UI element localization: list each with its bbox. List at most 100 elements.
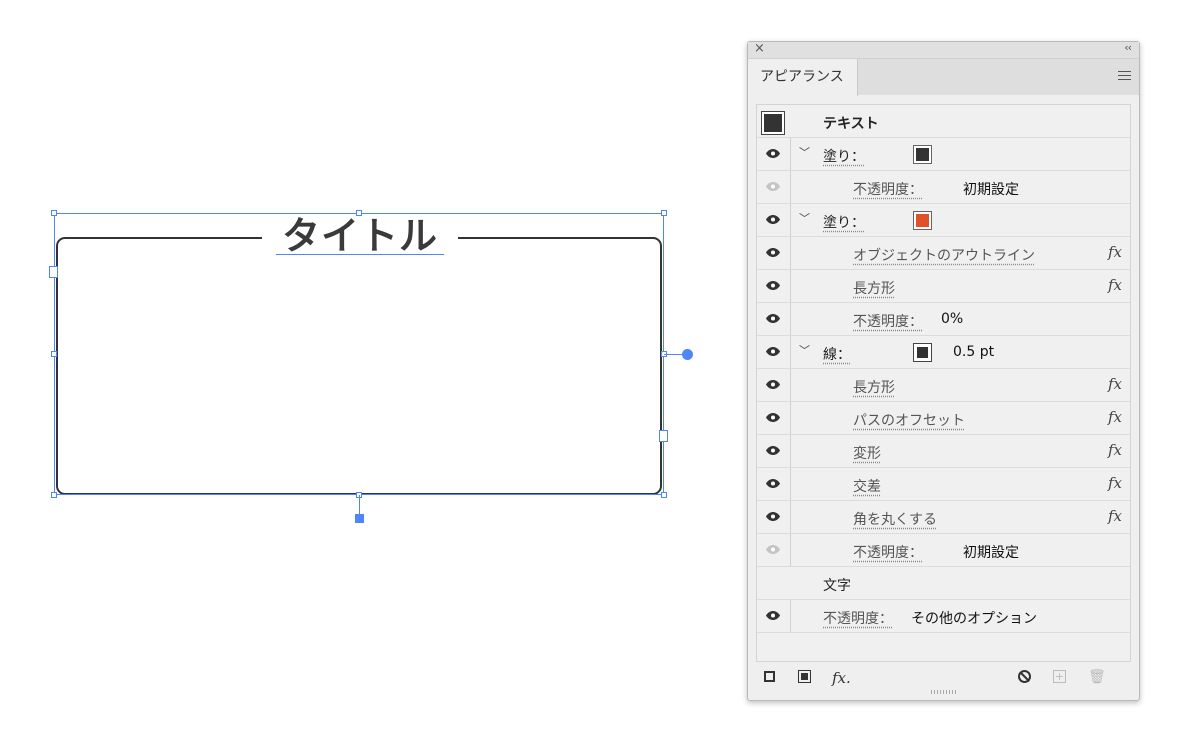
appearance-panel: × ‹‹ アピアランス テキスト ﹀ 塗り： 不透明度： 初期設定 ﹀ 塗り： — [747, 41, 1140, 701]
rotate-handle-dot[interactable] — [682, 349, 693, 360]
row-fill-2[interactable]: ﹀ 塗り： — [757, 204, 1130, 237]
eye-icon — [766, 611, 780, 620]
eye-icon — [766, 281, 780, 290]
visibility-toggle[interactable] — [757, 468, 791, 500]
stroke-weight-value[interactable]: 0.5 pt — [953, 344, 994, 360]
fill-swatch[interactable] — [913, 211, 932, 230]
visibility-toggle[interactable] — [757, 600, 791, 632]
handle-top-right[interactable] — [661, 210, 667, 216]
visibility-toggle[interactable] — [757, 171, 791, 203]
appearance-list: テキスト ﹀ 塗り： 不透明度： 初期設定 ﹀ 塗り： オブジェクトのアウトライ… — [756, 104, 1131, 662]
visibility-toggle[interactable] — [757, 369, 791, 401]
visibility-toggle[interactable] — [757, 501, 791, 533]
row-label[interactable]: パスのオフセット — [853, 410, 965, 430]
eye-icon — [766, 512, 780, 521]
row-label[interactable]: 交差 — [853, 476, 881, 496]
chevron-down-icon[interactable]: ﹀ — [799, 342, 810, 358]
row-label[interactable]: 長方形 — [853, 278, 895, 298]
row-effect-rectangle-2[interactable]: 長方形 fx — [757, 369, 1130, 402]
row-label[interactable]: 変形 — [853, 443, 881, 463]
row-value: 初期設定 — [963, 182, 1019, 198]
visibility-toggle[interactable] — [757, 534, 791, 566]
clear-appearance-icon[interactable] — [1018, 670, 1031, 683]
fill-swatch[interactable] — [913, 145, 932, 164]
row-label[interactable]: 長方形 — [853, 377, 895, 397]
row-effect-transform[interactable]: 変形 fx — [757, 435, 1130, 468]
collapse-icon[interactable]: ‹‹ — [1124, 41, 1132, 54]
visibility-toggle[interactable] — [757, 270, 791, 302]
row-effect-intersect[interactable]: 交差 fx — [757, 468, 1130, 501]
trash-icon[interactable]: 🗑 — [1088, 669, 1106, 685]
visibility-toggle[interactable] — [757, 303, 791, 335]
add-effect-button[interactable]: fx. — [832, 669, 851, 687]
row-label[interactable]: 文字 — [823, 575, 851, 595]
row-label[interactable]: 不透明度： — [853, 179, 923, 199]
eye-icon — [766, 314, 780, 323]
fx-icon[interactable]: fx — [1108, 408, 1122, 426]
handle-middle-left[interactable] — [51, 351, 57, 357]
visibility-toggle[interactable] — [757, 435, 791, 467]
panel-menu-icon[interactable] — [1118, 71, 1131, 83]
eye-icon — [766, 182, 780, 191]
handle-top-left[interactable] — [51, 210, 57, 216]
row-stroke[interactable]: ﹀ 線： 0.5 pt — [757, 336, 1130, 369]
stroke-swatch[interactable] — [913, 343, 932, 362]
row-label[interactable]: 不透明度： — [823, 608, 893, 628]
fx-icon[interactable]: fx — [1108, 276, 1122, 294]
handle-bottom-left[interactable] — [51, 492, 57, 498]
row-label[interactable]: オブジェクトのアウトライン — [853, 245, 1035, 265]
artboard-canvas[interactable]: タイトル — [0, 0, 720, 743]
row-text-object[interactable]: テキスト — [757, 105, 1130, 138]
row-effect-outline-object[interactable]: オブジェクトのアウトライン fx — [757, 237, 1130, 270]
add-stroke-icon[interactable] — [764, 671, 775, 682]
fx-icon[interactable]: fx — [1108, 474, 1122, 492]
bottom-handle-stem — [359, 495, 360, 515]
bottom-anchor-handle[interactable] — [355, 514, 364, 523]
duplicate-item-icon[interactable]: + — [1053, 670, 1066, 683]
panel-titlebar[interactable]: × ‹‹ — [748, 41, 1139, 59]
row-label[interactable]: 塗り： — [823, 212, 865, 232]
row-effect-rectangle[interactable]: 長方形 fx — [757, 270, 1130, 303]
row-label[interactable]: 不透明度： — [853, 542, 923, 562]
row-opacity-1[interactable]: 不透明度： 初期設定 — [757, 171, 1130, 204]
close-icon[interactable]: × — [754, 41, 765, 56]
row-characters[interactable]: 文字 — [757, 567, 1130, 600]
row-effect-offset-path[interactable]: パスのオフセット fx — [757, 402, 1130, 435]
eye-icon — [766, 380, 780, 389]
visibility-toggle[interactable] — [757, 336, 791, 368]
chevron-down-icon[interactable]: ﹀ — [799, 144, 810, 160]
tab-appearance[interactable]: アピアランス — [748, 59, 858, 96]
visibility-toggle[interactable] — [757, 138, 791, 170]
resize-grip[interactable] — [931, 690, 957, 694]
add-fill-icon[interactable] — [798, 670, 811, 683]
row-opacity-3[interactable]: 不透明度： 初期設定 — [757, 534, 1130, 567]
row-label[interactable]: 角を丸くする — [853, 509, 937, 529]
chevron-down-icon[interactable]: ﹀ — [799, 210, 810, 226]
row-opacity-2[interactable]: 不透明度： 0% — [757, 303, 1130, 336]
row-effect-round-corners[interactable]: 角を丸くする fx — [757, 501, 1130, 534]
row-fill-1[interactable]: ﹀ 塗り： — [757, 138, 1130, 171]
row-label[interactable]: 塗り： — [823, 146, 865, 166]
eye-icon — [766, 215, 780, 224]
handle-bottom-right[interactable] — [661, 492, 667, 498]
fx-icon[interactable]: fx — [1108, 507, 1122, 525]
row-label[interactable]: 線： — [823, 344, 851, 364]
handle-top-center[interactable] — [356, 210, 362, 216]
eye-icon — [766, 347, 780, 356]
fx-icon[interactable]: fx — [1108, 441, 1122, 459]
object-thumbnail — [761, 111, 785, 135]
visibility-toggle[interactable] — [757, 402, 791, 434]
row-label[interactable]: 不透明度： — [853, 311, 923, 331]
corner-widget-right[interactable] — [659, 430, 668, 442]
row-value: その他のオプション — [911, 611, 1037, 627]
eye-icon — [766, 479, 780, 488]
corner-widget-left[interactable] — [49, 266, 58, 278]
eye-icon — [766, 545, 780, 554]
visibility-toggle[interactable] — [757, 204, 791, 236]
fx-icon[interactable]: fx — [1108, 375, 1122, 393]
row-opacity-object[interactable]: 不透明度： その他のオプション — [757, 600, 1130, 633]
eye-icon — [766, 248, 780, 257]
fx-icon[interactable]: fx — [1108, 243, 1122, 261]
eye-icon — [766, 446, 780, 455]
visibility-toggle[interactable] — [757, 237, 791, 269]
